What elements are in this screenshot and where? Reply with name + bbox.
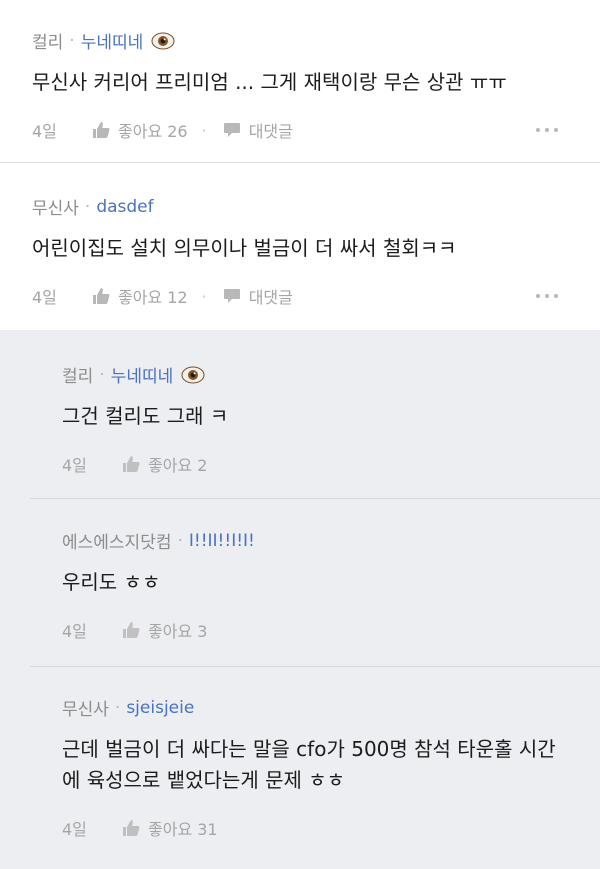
- meta-separator: ·: [69, 30, 75, 51]
- comment-actions: 4일 좋아요 26 · 대댓글: [32, 118, 568, 142]
- comment-date: 4일: [62, 622, 87, 641]
- comment-actions: 4일 좋아요 31: [62, 816, 570, 840]
- comment-actions: 4일 좋아요 12 · 대댓글: [32, 284, 568, 308]
- thumbs-up-icon: [93, 122, 110, 138]
- username-link[interactable]: 누네띠네: [81, 28, 144, 53]
- username-link[interactable]: sjeisjeie: [126, 698, 194, 718]
- comment-date: 4일: [62, 456, 87, 475]
- more-options-icon[interactable]: [536, 294, 558, 298]
- comment-text: 어린이집도 설치 의무이나 벌금이 더 싸서 철회ㅋㅋ: [32, 236, 457, 260]
- thumbs-up-icon: [93, 288, 110, 304]
- comment: 무신사 · dasdef 어린이집도 설치 의무이나 벌금이 더 싸서 철회ㅋㅋ…: [0, 163, 600, 330]
- like-count: 좋아요 3: [148, 622, 208, 641]
- company-name[interactable]: 무신사: [32, 194, 79, 219]
- username-link[interactable]: I!!II!!I!I!: [189, 531, 255, 551]
- like-count: 좋아요 12: [118, 288, 188, 307]
- thumbs-up-icon: [123, 456, 140, 472]
- company-name[interactable]: 무신사: [62, 695, 109, 720]
- comment-meta: 무신사 · dasdef: [32, 194, 568, 220]
- thumbs-up-icon: [123, 622, 140, 638]
- comment-actions: 4일 좋아요 2: [62, 452, 600, 476]
- reply-button[interactable]: 대댓글: [223, 284, 293, 308]
- comment-meta: 에스에스지닷컴 · I!!II!!I!I!: [62, 528, 600, 554]
- like-button[interactable]: 좋아요 2: [122, 452, 207, 476]
- like-count: 좋아요 26: [118, 122, 188, 141]
- comment-text: 근데 벌금이 더 싸다는 말을 cfo가 500명 참석 타운홀 시간에 육성으…: [62, 737, 556, 792]
- like-button[interactable]: 좋아요 3: [122, 618, 207, 642]
- comment-text: 무신사 커리어 프리미엄 ... 그게 재택이랑 무슨 상관 ㅠㅠ: [32, 70, 507, 94]
- comment-text: 우리도 ㅎㅎ: [62, 570, 161, 594]
- meta-separator: ·: [84, 196, 91, 217]
- reply-thread: 컬리 · 누네띠네 그건 컬리도 그래 ㅋ 4일 좋아요 2 에스에스지닷컴 ·…: [0, 330, 600, 869]
- more-options-icon[interactable]: [536, 128, 558, 132]
- company-name[interactable]: 에스에스지닷컴: [62, 528, 171, 553]
- meta-separator: ·: [99, 364, 105, 385]
- reply-comment: 무신사 · sjeisjeie 근데 벌금이 더 싸다는 말을 cfo가 500…: [0, 667, 600, 867]
- comment-meta: 무신사 · sjeisjeie: [62, 695, 570, 721]
- comment-date: 4일: [62, 820, 87, 839]
- comment-actions: 4일 좋아요 3: [62, 618, 600, 642]
- eye-emoji-icon: [151, 32, 175, 49]
- thumbs-up-icon: [123, 820, 140, 836]
- reply-comment: 에스에스지닷컴 · I!!II!!I!I! 우리도 ㅎㅎ 4일 좋아요 3: [0, 499, 600, 666]
- like-button[interactable]: 좋아요 26: [92, 118, 188, 142]
- username-link[interactable]: dasdef: [96, 197, 153, 217]
- company-name[interactable]: 컬리: [32, 28, 63, 53]
- eye-emoji-icon: [181, 366, 205, 383]
- like-button[interactable]: 좋아요 12: [92, 284, 188, 308]
- comment-date: 4일: [32, 122, 57, 141]
- comment-meta: 컬리 · 누네띠네: [32, 28, 568, 53]
- meta-separator: ·: [114, 697, 121, 718]
- company-name[interactable]: 컬리: [62, 362, 93, 387]
- speech-bubble-icon: [223, 289, 240, 303]
- reply-label: 대댓글: [248, 288, 293, 307]
- reply-comment: 컬리 · 누네띠네 그건 컬리도 그래 ㅋ 4일 좋아요 2: [0, 330, 600, 498]
- like-count: 좋아요 31: [148, 820, 218, 839]
- speech-bubble-icon: [223, 123, 240, 137]
- comment: 컬리 · 누네띠네 무신사 커리어 프리미엄 ... 그게 재택이랑 무슨 상관…: [0, 0, 600, 162]
- action-separator: ·: [201, 120, 207, 140]
- username-link[interactable]: 누네띠네: [111, 362, 174, 387]
- reply-button[interactable]: 대댓글: [223, 118, 293, 142]
- action-separator: ·: [201, 286, 207, 306]
- meta-separator: ·: [177, 530, 183, 551]
- comment-date: 4일: [32, 288, 57, 307]
- comment-text: 그건 컬리도 그래 ㅋ: [62, 404, 229, 428]
- like-count: 좋아요 2: [148, 456, 208, 475]
- comment-meta: 컬리 · 누네띠네: [62, 362, 600, 387]
- like-button[interactable]: 좋아요 31: [122, 816, 218, 840]
- reply-label: 대댓글: [248, 122, 293, 141]
